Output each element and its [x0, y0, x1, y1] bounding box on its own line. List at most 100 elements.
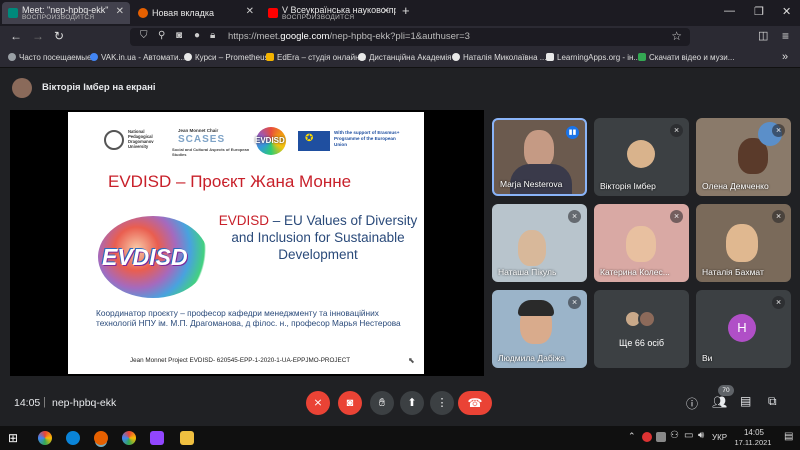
firefox-favicon-icon	[138, 8, 148, 18]
meet-window: Вікторія Імбер на екрані National Pedago…	[0, 68, 800, 426]
evdisd-small-logo-text: EVDISD	[255, 136, 285, 145]
microphone-icon[interactable]: ●	[194, 30, 200, 41]
tray-up-icon[interactable]: ⌃	[628, 431, 636, 442]
chat-icon[interactable]: ▤	[740, 394, 751, 408]
bookmark-item[interactable]: Часто посещаемые	[8, 53, 91, 62]
globe-icon	[358, 53, 366, 61]
bookmarks-bar: Часто посещаемые VAK.in.ua - Автомати...…	[0, 48, 800, 68]
university-logo-icon	[104, 130, 124, 150]
bookmark-item[interactable]: EdEra – студія онлайн...	[266, 53, 366, 62]
youtube-favicon-icon	[268, 8, 278, 18]
tray-app-icon[interactable]	[656, 432, 666, 442]
participant-tile[interactable]: ⨯ Катерина Колес...	[594, 204, 689, 282]
participant-video	[726, 224, 758, 262]
globe-icon	[452, 53, 460, 61]
shield-icon[interactable]: ⛉	[140, 30, 148, 41]
scases-subtitle: Social and Cultural Aspects of European …	[172, 147, 250, 157]
tray-app-icon[interactable]	[642, 432, 652, 442]
lock-icon[interactable]: 🔒︎	[210, 30, 215, 41]
presentation-stage[interactable]: National Pedagogical Dragomanov Universi…	[10, 110, 484, 376]
pocket-icon[interactable]: ◫	[758, 29, 768, 42]
present-button[interactable]: ⬆	[400, 391, 424, 415]
edge-icon[interactable]	[66, 431, 80, 445]
close-window-icon[interactable]: ✕	[782, 5, 791, 18]
participant-tile[interactable]: ⨯ Наташа Пікуль	[492, 204, 587, 282]
participant-tile[interactable]: ⨯ Людмила Дабіжа	[492, 290, 587, 368]
network-icon[interactable]: ▭	[684, 430, 693, 441]
mic-off-icon: ⨯	[568, 296, 581, 309]
clock-date[interactable]: 17.11.2021	[730, 438, 776, 447]
tab-meet[interactable]: Meet: "nep-hpbq-ekk" ВОСПРОИЗВОДИТСЯ ✕	[2, 2, 130, 24]
firefox-icon[interactable]	[94, 431, 108, 445]
participant-name: Людмила Дабіжа	[498, 353, 566, 363]
learningapps-icon	[546, 53, 554, 61]
file-explorer-icon[interactable]	[180, 431, 194, 445]
reload-icon[interactable]: ↻	[54, 29, 64, 43]
close-tab-icon[interactable]: ✕	[382, 6, 390, 17]
permissions-icon[interactable]: ⚲	[158, 30, 165, 41]
participant-tile[interactable]: ⨯ Олена Демченко	[696, 118, 791, 196]
windows-start-icon[interactable]: ⊞	[8, 431, 18, 445]
eu-flag-icon: ✪	[298, 131, 330, 151]
mouse-cursor-icon: ⬉	[408, 356, 415, 365]
url-text[interactable]: https://meet.google.com/nep-hpbq-ekk?pli…	[228, 31, 470, 42]
slide-footer: Jean Monnet Project EVDISD- 620545-EPP-1…	[130, 357, 351, 364]
windows-taskbar: ⊞ ⌃ ⚇ ▭ 🔊︎ УКР 14:05 17.11.2021 ▤	[0, 426, 800, 450]
participant-tile[interactable]: ⨯ Наталія Бахмат	[696, 204, 791, 282]
participant-tile[interactable]: ⨯ Вікторія Імбер	[594, 118, 689, 196]
address-bar[interactable]: ⛉ ⚲ ◙ ● 🔒︎ https://meet.google.com/nep-h…	[130, 28, 690, 46]
slide-subtitle: EVDISD – EU Values of Diversity and Incl…	[218, 213, 418, 262]
raise-hand-button[interactable]: ✋︎	[370, 391, 394, 415]
globe-icon	[184, 53, 192, 61]
tab-conference[interactable]: V Всеукраїнська науково-пра ВОСПРОИЗВОДИ…	[262, 2, 396, 24]
info-icon[interactable]: ⓘ	[686, 395, 698, 412]
scases-logo: SCASES	[178, 134, 226, 145]
tab-new[interactable]: Новая вкладка ✕	[132, 2, 260, 24]
bookmarks-overflow-icon[interactable]: »	[782, 51, 788, 63]
volume-icon[interactable]: 🔊︎	[698, 430, 704, 441]
bookmark-star-icon[interactable]: ☆	[671, 29, 682, 43]
menu-icon[interactable]: ≡	[782, 29, 789, 43]
activities-icon[interactable]: ⧉	[768, 394, 777, 409]
avatar	[638, 310, 656, 328]
mic-off-icon: ⨯	[670, 210, 683, 223]
bookmark-item[interactable]: Скачати відео и музи...	[638, 53, 734, 62]
notifications-icon[interactable]: ▤	[784, 431, 793, 442]
camera-off-button[interactable]: ◙	[338, 391, 362, 415]
mic-off-button[interactable]: ⨯	[306, 391, 330, 415]
coordinator-text: Координатор проєкту – професор кафедри м…	[96, 308, 401, 328]
app-icon[interactable]	[150, 431, 164, 445]
download-icon	[638, 53, 646, 61]
camera-icon[interactable]: ◙	[176, 30, 182, 41]
presentation-slide: National Pedagogical Dragomanov Universi…	[68, 112, 424, 374]
more-options-button[interactable]: ⋮	[430, 391, 454, 415]
end-call-button[interactable]: ☎︎	[458, 391, 492, 415]
language-indicator[interactable]: УКР	[712, 433, 727, 442]
meeting-time: 14:05	[14, 397, 41, 409]
bookmark-item[interactable]: LearningApps.org - ін...	[546, 53, 640, 62]
new-tab-button[interactable]: +	[402, 3, 410, 18]
avatar: Н	[728, 314, 756, 342]
participant-tile[interactable]: ▮▮ Marja Nesterova	[492, 118, 587, 196]
close-tab-icon[interactable]: ✕	[246, 6, 254, 17]
back-icon[interactable]: ←	[10, 29, 22, 43]
chrome-icon[interactable]	[122, 431, 136, 445]
self-tile[interactable]: Н ⨯ Ви	[696, 290, 791, 368]
restore-icon[interactable]: ❐	[754, 5, 764, 18]
forward-icon[interactable]: →	[32, 29, 44, 43]
separator: |	[43, 396, 46, 408]
clock-time[interactable]: 14:05	[736, 428, 772, 437]
university-name: National Pedagogical Dragomanov Universi…	[128, 129, 154, 149]
tray-app-icon[interactable]: ⚇	[670, 430, 679, 441]
meeting-code: nep-hpbq-ekk	[52, 397, 117, 409]
chrome-icon[interactable]	[38, 431, 52, 445]
bookmark-item[interactable]: Наталія Миколаївна ...	[452, 53, 546, 62]
people-icon[interactable]: 👥︎	[712, 395, 727, 409]
bookmark-item[interactable]: Дистанційна Академія	[358, 53, 451, 62]
bookmark-item[interactable]: Курси – Prometheus	[184, 53, 269, 62]
minimize-icon[interactable]: —	[724, 5, 735, 17]
more-participants-tile[interactable]: Ще 66 осіб	[594, 290, 689, 368]
bookmark-item[interactable]: VAK.in.ua - Автомати...	[90, 53, 185, 62]
close-tab-icon[interactable]: ✕	[116, 6, 124, 17]
participant-name: Marja Nesterova	[500, 179, 563, 189]
